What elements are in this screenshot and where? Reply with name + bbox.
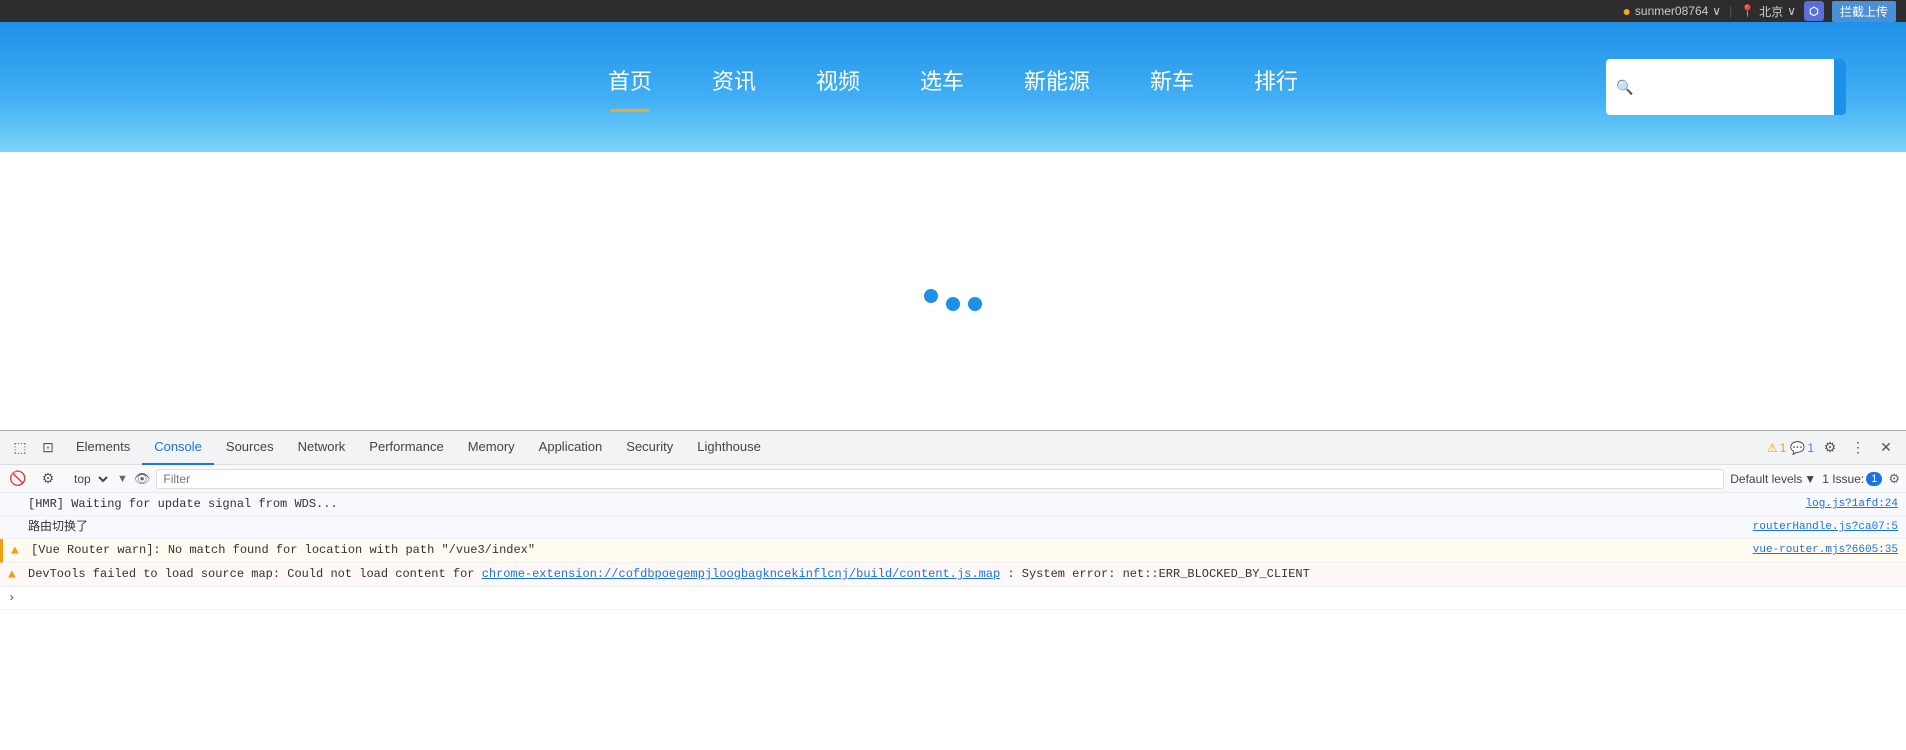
nav-item-home[interactable]: 首页 [608,64,652,100]
console-settings-button[interactable]: ⚙ [36,467,60,491]
tab-sources[interactable]: Sources [214,431,286,465]
dropdown-arrow: ∨ [1712,4,1721,18]
default-levels-button[interactable]: Default levels ▼ [1730,472,1816,486]
issue-settings-button[interactable]: ⚙ [1888,471,1900,487]
log-entry-error: ▲ DevTools failed to load source map: Co… [0,563,1906,587]
clear-console-button[interactable]: 🚫 [6,467,30,491]
console-eye-button[interactable]: 👁 [134,471,151,487]
tab-security[interactable]: Security [614,431,685,465]
tab-network[interactable]: Network [286,431,358,465]
site-header: 首页 资讯 视频 选车 新能源 新车 排行 🔍 搜索 [0,22,1906,152]
tab-performance[interactable]: Performance [357,431,455,465]
separator: | [1729,4,1732,18]
search-submit-button[interactable]: 搜索 [1834,59,1846,115]
error-link[interactable]: chrome-extension://cofdbpoegempjloogbagk… [482,567,1000,581]
devtools-toolbar: ⬚ ⊡ Elements Console Sources Network Per… [0,431,1906,465]
user-avatar-icon [1622,3,1630,19]
console-toolbar: 🚫 ⚙ top ▼ 👁 Default levels ▼ 1 Issue: 1 … [0,465,1906,493]
tab-memory[interactable]: Memory [456,431,527,465]
context-selector[interactable]: top [66,469,111,489]
log-source-2[interactable]: routerHandle.js?ca07:5 [1753,518,1898,536]
more-options-button[interactable]: ⋮ [1846,436,1870,460]
loading-spinner [924,271,982,311]
warning-badge: ⚠ 1 [1767,441,1786,455]
log-source[interactable]: log.js?1afd:24 [1806,495,1898,513]
log-entry-warn: ▲ [Vue Router warn]: No match found for … [0,539,1906,563]
location-info: 北京 ∨ [1740,3,1796,20]
spinner-dot-1 [924,289,938,303]
prompt-arrow-icon: › [8,589,15,607]
log-entry: [HMR] Waiting for update signal from WDS… [0,493,1906,516]
console-filter-input[interactable] [156,469,1724,489]
close-devtools-button[interactable]: ✕ [1874,436,1898,460]
search-icon: 🔍 [1606,79,1633,96]
issue-badge: 1 Issue: 1 [1822,472,1882,486]
warn-icon: ▲ [11,542,27,560]
upload-button[interactable]: 拦截上传 [1832,1,1896,22]
log-text-4: DevTools failed to load source map: Coul… [28,565,1898,583]
spinner-dot-3 [968,297,982,311]
levels-dropdown-arrow: ▼ [1804,472,1816,486]
nav-item-new-car[interactable]: 新车 [1150,64,1194,100]
tab-elements[interactable]: Elements [64,431,142,465]
location-dropdown-arrow: ∨ [1787,4,1796,18]
spinner-dot-2 [946,297,960,311]
username: sunmer08764 [1635,4,1708,18]
nav-item-ranking[interactable]: 排行 [1254,64,1298,100]
location-pin-icon [1740,4,1755,18]
devtools-tabs: Elements Console Sources Network Perform… [64,431,1763,465]
tab-application[interactable]: Application [527,431,615,465]
context-dropdown-arrow: ▼ [117,473,128,485]
extension-icon: ⬡ [1804,1,1824,21]
nav-item-new-energy[interactable]: 新能源 [1024,64,1090,100]
log-source-3[interactable]: vue-router.mjs?6605:35 [1753,541,1898,559]
nav-item-news[interactable]: 资讯 [712,64,756,100]
tab-lighthouse[interactable]: Lighthouse [685,431,773,465]
log-entry: 路由切换了 routerHandle.js?ca07:5 [0,516,1906,539]
log-text-3: [Vue Router warn]: No match found for lo… [31,541,1743,559]
nav-menu: 首页 资讯 视频 选车 新能源 新车 排行 [608,64,1298,100]
settings-button[interactable]: ⚙ [1818,436,1842,460]
log-text-2: 路由切换了 [28,518,1743,536]
devtools-panel: ⬚ ⊡ Elements Console Sources Network Per… [0,430,1906,750]
nav-item-select-car[interactable]: 选车 [920,64,964,100]
console-log-area: [HMR] Waiting for update signal from WDS… [0,493,1906,750]
search-input[interactable] [1633,71,1834,103]
devtools-right-icons: ⚠ 1 💬 1 ⚙ ⋮ ✕ [1767,436,1898,460]
tab-console[interactable]: Console [142,431,214,465]
browser-top-bar: sunmer08764 ∨ | 北京 ∨ ⬡ 拦截上传 [0,0,1906,22]
inspect-element-button[interactable]: ⬚ [8,436,32,460]
message-badge: 💬 1 [1790,441,1814,455]
error-icon: ▲ [8,566,24,584]
nav-item-video[interactable]: 视频 [816,64,860,100]
location-text: 北京 [1759,3,1783,20]
log-text: [HMR] Waiting for update signal from WDS… [28,495,1796,513]
search-bar: 🔍 搜索 [1606,59,1846,115]
main-content [0,152,1906,430]
console-prompt: › [0,587,1906,610]
device-toolbar-button[interactable]: ⊡ [36,436,60,460]
user-info: sunmer08764 ∨ [1622,3,1721,19]
